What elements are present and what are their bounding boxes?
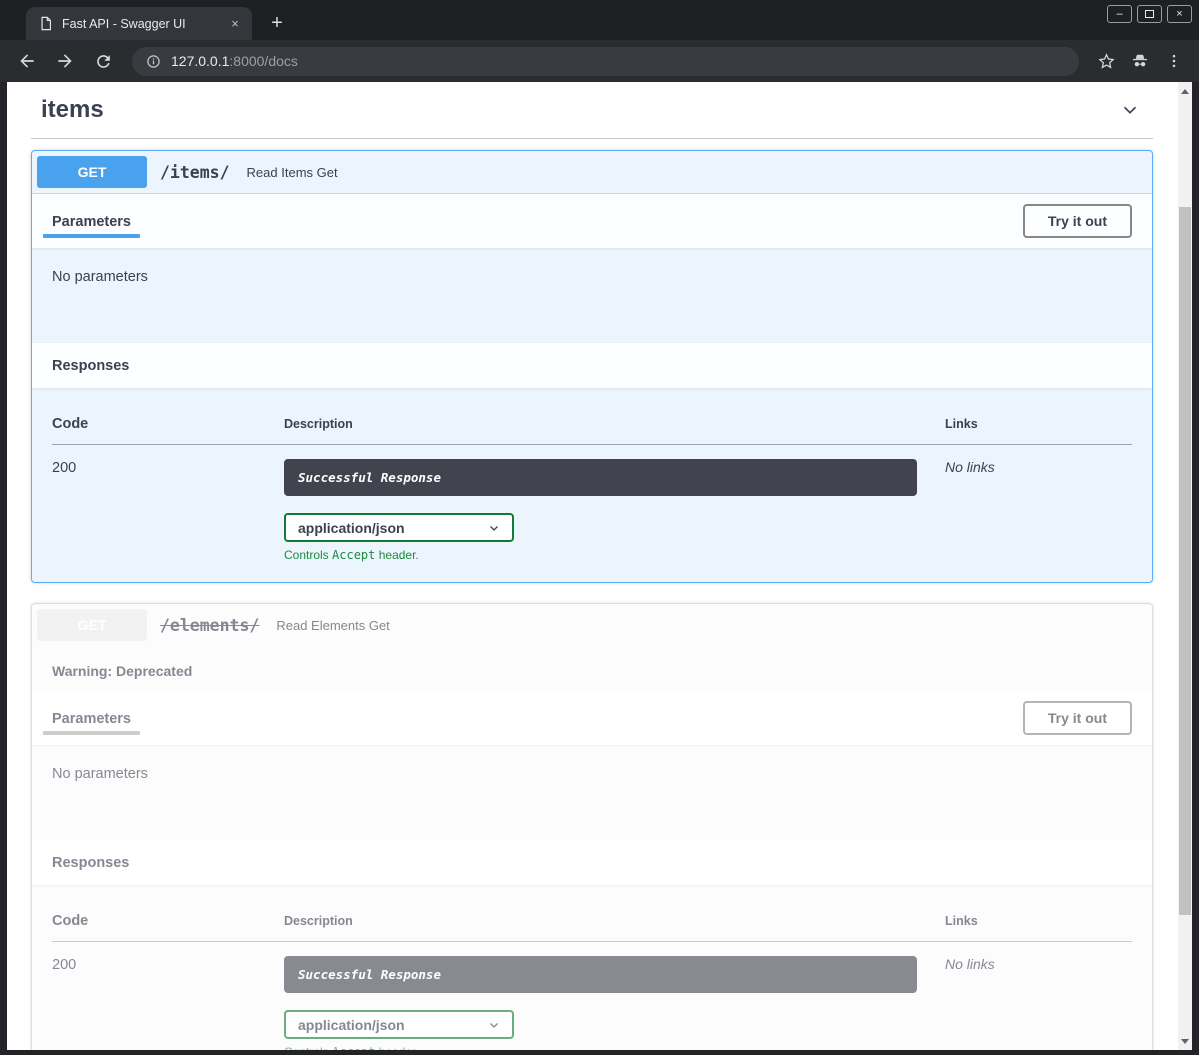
window-controls: – × xyxy=(1107,5,1192,23)
try-it-out-button[interactable]: Try it out xyxy=(1023,701,1132,735)
scroll-up-icon[interactable] xyxy=(1178,84,1192,98)
accept-header-note: Controls Accept header. xyxy=(284,548,945,562)
chevron-down-icon xyxy=(488,522,500,534)
response-code: 200 xyxy=(52,460,76,476)
endpoint-summary: Read Elements Get xyxy=(269,618,389,633)
opblock-summary[interactable]: GET /elements/ Read Elements Get xyxy=(32,604,1152,646)
column-header-links: Links xyxy=(945,408,1132,445)
opblock-get-elements-deprecated: GET /elements/ Read Elements Get Warning… xyxy=(31,603,1153,1050)
page-viewport: items GET /items/ Read Items Get Paramet… xyxy=(7,82,1192,1050)
vertical-scrollbar[interactable] xyxy=(1178,82,1192,1050)
column-header-description: Description xyxy=(284,408,945,445)
tab-parameters[interactable]: Parameters xyxy=(52,195,131,247)
section-title: items xyxy=(41,96,104,124)
column-header-code: Code xyxy=(52,905,284,942)
column-header-description: Description xyxy=(284,905,945,942)
media-type-value: application/json xyxy=(298,520,405,536)
tab-title: Fast API - Swagger UI xyxy=(62,17,217,31)
responses-table: Code Description Links 200 Successful Re… xyxy=(52,408,1132,562)
responses-table: Code Description Links 200 Successful Re… xyxy=(52,905,1132,1050)
page-file-icon xyxy=(39,16,53,31)
chevron-down-icon xyxy=(488,1019,500,1031)
tab-parameters[interactable]: Parameters xyxy=(52,692,131,744)
response-row: 200 Successful Response application/json xyxy=(52,942,1132,1051)
response-description-box: Successful Response xyxy=(284,956,917,993)
column-header-code: Code xyxy=(52,408,284,445)
url-host: 127.0.0.1 xyxy=(171,53,229,69)
opblock-summary[interactable]: GET /items/ Read Items Get xyxy=(32,151,1152,194)
scroll-down-icon[interactable] xyxy=(1178,1034,1192,1048)
responses-table-wrapper: Code Description Links 200 Successful Re… xyxy=(32,885,1152,1050)
parameters-header: Parameters Try it out xyxy=(32,194,1152,248)
no-parameters-text: No parameters xyxy=(32,248,1152,343)
response-code: 200 xyxy=(52,957,76,973)
chevron-down-icon[interactable] xyxy=(1119,99,1141,121)
new-tab-icon[interactable]: + xyxy=(264,10,290,36)
parameters-header: Parameters Try it out xyxy=(32,691,1152,745)
browser-window: Fast API - Swagger UI × + – × 127.0.0.1:… xyxy=(0,0,1199,1055)
media-type-value: application/json xyxy=(298,1017,405,1033)
swagger-page: items GET /items/ Read Items Get Paramet… xyxy=(7,82,1178,1050)
tab-close-icon[interactable]: × xyxy=(226,15,244,33)
bookmark-star-icon[interactable] xyxy=(1091,46,1121,76)
no-parameters-text: No parameters xyxy=(32,745,1152,840)
response-links: No links xyxy=(945,459,995,475)
column-header-links: Links xyxy=(945,905,1132,942)
responses-header: Responses xyxy=(32,343,1152,388)
response-row: 200 Successful Response application/json xyxy=(52,445,1132,563)
scrollbar-thumb[interactable] xyxy=(1179,207,1191,915)
media-type-select[interactable]: application/json xyxy=(284,513,514,542)
accept-header-note: Controls Accept header. xyxy=(284,1045,945,1050)
endpoint-summary: Read Items Get xyxy=(240,165,338,180)
try-it-out-button[interactable]: Try it out xyxy=(1023,204,1132,238)
url-bar[interactable]: 127.0.0.1:8000/docs xyxy=(132,47,1079,76)
deprecated-warning: Warning: Deprecated xyxy=(32,646,1152,691)
responses-header: Responses xyxy=(32,840,1152,885)
response-links: No links xyxy=(945,956,995,972)
browser-titlebar: Fast API - Swagger UI × + – × xyxy=(0,0,1199,40)
window-close-icon[interactable]: × xyxy=(1167,5,1192,23)
endpoint-path: /elements/ xyxy=(147,616,269,635)
response-description-box: Successful Response xyxy=(284,459,917,496)
url-text[interactable]: 127.0.0.1:8000/docs xyxy=(171,53,298,69)
back-icon[interactable] xyxy=(10,44,44,78)
incognito-icon[interactable] xyxy=(1125,46,1155,76)
method-badge: GET xyxy=(37,156,147,188)
media-type-select[interactable]: application/json xyxy=(284,1010,514,1039)
reload-icon[interactable] xyxy=(86,44,120,78)
address-bar: 127.0.0.1:8000/docs xyxy=(0,40,1199,82)
minimize-icon[interactable]: – xyxy=(1107,5,1132,23)
method-badge: GET xyxy=(37,609,147,641)
browser-tab[interactable]: Fast API - Swagger UI × xyxy=(26,7,252,40)
maximize-icon[interactable] xyxy=(1137,5,1162,23)
responses-table-wrapper: Code Description Links 200 Successful Re… xyxy=(32,388,1152,582)
opblock-get-items: GET /items/ Read Items Get Parameters Tr… xyxy=(31,150,1153,583)
endpoint-path: /items/ xyxy=(147,163,240,182)
forward-icon[interactable] xyxy=(48,44,82,78)
url-path: :8000/docs xyxy=(229,53,298,69)
menu-kebab-icon[interactable] xyxy=(1159,46,1189,76)
info-icon[interactable] xyxy=(146,54,161,69)
tag-section-header-items[interactable]: items xyxy=(31,86,1153,139)
